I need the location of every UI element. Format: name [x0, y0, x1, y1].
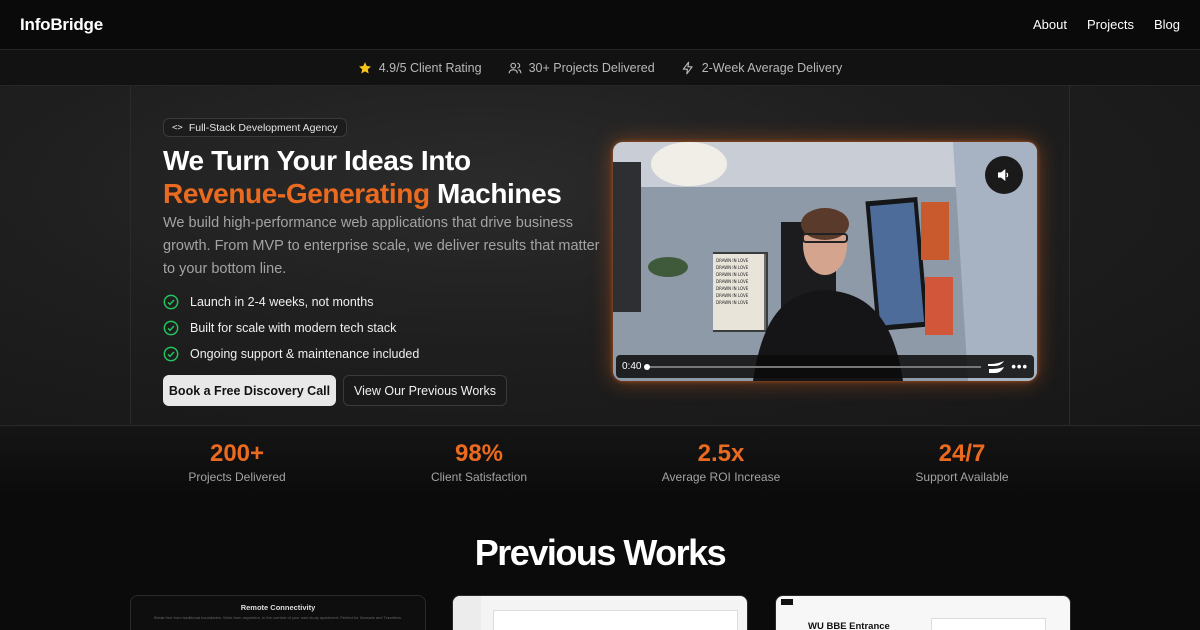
hero-headline: We Turn Your Ideas Into Revenue-Generati… — [163, 144, 613, 210]
progress-knob[interactable] — [644, 363, 651, 370]
check-circle-icon — [163, 294, 179, 310]
brand-logo[interactable]: InfoBridge — [20, 15, 103, 35]
badge-label: Full-Stack Development Agency — [188, 121, 338, 134]
stat-item: 2.5x Average ROI Increase — [621, 440, 821, 484]
book-call-button[interactable]: Book a Free Discovery Call — [163, 375, 336, 406]
poster-line: DRAWN IN LOVE — [716, 258, 749, 263]
headline-line1: We Turn Your Ideas Into — [163, 145, 471, 176]
video-player[interactable]: DRAWN IN LOVE DRAWN IN LOVE DRAWN IN LOV… — [613, 142, 1037, 381]
video-progress-bar[interactable] — [644, 363, 982, 370]
video-frame — [613, 142, 1037, 381]
poster-line: DRAWN IN LOVE — [716, 279, 749, 284]
divider — [1069, 86, 1070, 466]
check-circle-icon — [163, 320, 179, 336]
stat-label: Projects Delivered — [188, 470, 286, 484]
nav-link-blog[interactable]: Blog — [1154, 17, 1180, 32]
poster-line: DRAWN IN LOVE — [716, 293, 749, 298]
star-icon — [358, 61, 371, 73]
check-label: Ongoing support & maintenance included — [190, 347, 420, 361]
stat-label: Support Available — [915, 470, 1009, 484]
work-card-logo — [781, 599, 793, 605]
nav-link-about[interactable]: About — [1033, 17, 1067, 32]
trust-item-delivery: 2-Week Average Delivery — [681, 60, 843, 75]
users-icon — [508, 62, 521, 73]
speaker-icon — [998, 168, 1009, 182]
work-card[interactable]: WU BBE Entrance — [775, 595, 1071, 630]
trust-label: 2-Week Average Delivery — [701, 60, 843, 75]
poster-line: DRAWN IN LOVE — [716, 265, 749, 270]
work-card-preview — [453, 596, 481, 630]
poster-line: DRAWN IN LOVE — [716, 272, 749, 277]
stat-item: 24/7 Support Available — [862, 440, 1062, 484]
poster-line: DRAWN IN LOVE — [716, 300, 749, 305]
trust-label: 4.9/5 Client Rating — [378, 60, 482, 75]
view-works-button[interactable]: View Our Previous Works — [343, 375, 507, 406]
wistia-logo-icon[interactable] — [987, 360, 1005, 373]
stat-value: 2.5x — [697, 440, 745, 467]
trust-item-projects: 30+ Projects Delivered — [508, 61, 655, 75]
stat-value: 24/7 — [938, 440, 986, 467]
check-item: Launch in 2-4 weeks, not months — [163, 289, 419, 315]
trust-label: 30+ Projects Delivered — [528, 60, 655, 75]
mute-button[interactable] — [985, 156, 1023, 194]
trust-item-rating: 4.9/5 Client Rating — [358, 61, 482, 75]
check-circle-icon — [163, 346, 179, 362]
work-card-preview — [493, 610, 738, 630]
stat-item: 98% Client Satisfaction — [379, 440, 579, 484]
trust-bar: 4.9/5 Client Rating 30+ Projects Deliver… — [0, 50, 1200, 86]
poster-art: DRAWN IN LOVE DRAWN IN LOVE DRAWN IN LOV… — [713, 254, 764, 330]
stat-value: 200+ — [209, 440, 265, 467]
work-card-title: WU BBE Entrance — [808, 621, 890, 630]
video-time: 0:40 — [622, 361, 642, 372]
more-options-icon[interactable]: ••• — [1011, 359, 1028, 374]
work-card-subtitle: Break free from traditional boundaries. … — [153, 615, 403, 620]
stat-value: 98% — [454, 440, 504, 467]
work-card[interactable]: Remote Connectivity Break free from trad… — [130, 595, 426, 630]
code-icon: <> — [172, 122, 183, 133]
stat-label: Client Satisfaction — [430, 470, 528, 484]
check-item: Built for scale with modern tech stack — [163, 315, 419, 341]
nav-link-projects[interactable]: Projects — [1087, 17, 1134, 32]
check-item: Ongoing support & maintenance included — [163, 341, 419, 367]
feature-checklist: Launch in 2-4 weeks, not months Built fo… — [163, 289, 419, 367]
check-label: Launch in 2-4 weeks, not months — [190, 295, 374, 309]
work-card-preview — [931, 618, 1046, 630]
headline-end: Machines — [437, 178, 562, 209]
poster-line: DRAWN IN LOVE — [716, 286, 749, 291]
site-header: InfoBridge About Projects Blog — [0, 0, 1200, 50]
lightning-icon — [682, 61, 693, 74]
stat-label: Average ROI Increase — [661, 470, 781, 484]
work-card[interactable] — [452, 595, 748, 630]
divider — [130, 86, 131, 466]
section-title-previous-works: Previous Works — [474, 532, 727, 573]
agency-badge: <> Full-Stack Development Agency — [163, 118, 347, 137]
check-label: Built for scale with modern tech stack — [190, 321, 397, 335]
main-nav: About Projects Blog — [1033, 17, 1180, 32]
video-controls: 0:40 ••• — [616, 355, 1034, 378]
headline-accent: Revenue-Generating — [163, 178, 430, 209]
hero-description: We build high-performance web applicatio… — [163, 215, 600, 277]
stat-item: 200+ Projects Delivered — [137, 440, 337, 484]
work-card-title: Remote Connectivity — [240, 603, 316, 612]
stats-section: 200+ Projects Delivered 98% Client Satis… — [0, 426, 1200, 496]
